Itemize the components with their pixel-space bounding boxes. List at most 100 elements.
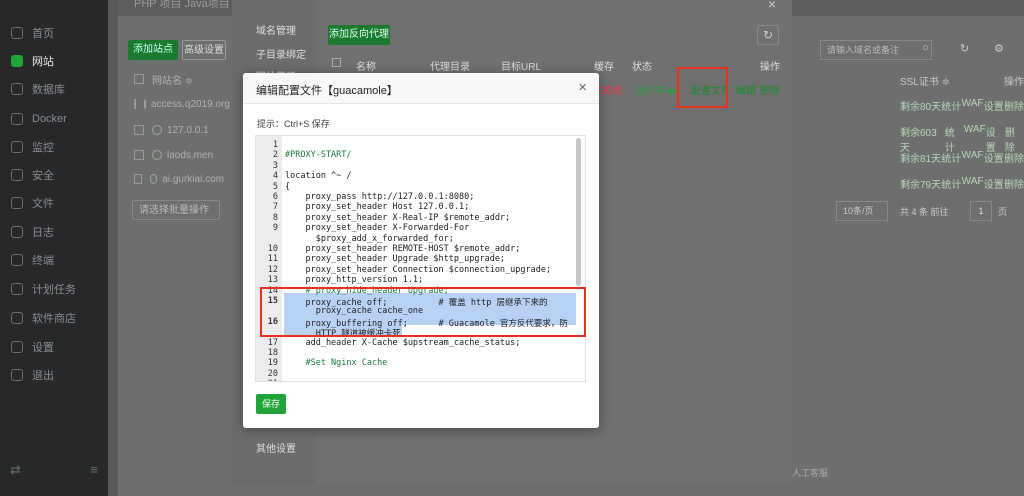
line-number: 4: [272, 171, 278, 182]
col-proxy-dir: 代理目录: [430, 62, 470, 73]
sidebar-item-3[interactable]: Docker: [0, 108, 108, 130]
close-icon[interactable]: ×: [578, 79, 587, 96]
logout-icon: [11, 369, 23, 381]
row-op-link[interactable]: 删除: [1004, 98, 1024, 113]
search-icon[interactable]: ○: [922, 42, 929, 54]
sidebar-item-10[interactable]: 软件商店: [0, 307, 108, 329]
edit-link[interactable]: 编辑: [736, 82, 756, 97]
sidebar-item-label: 安全: [32, 170, 54, 182]
code-line: proxy_set_header Host 127.0.0.1;: [285, 202, 470, 213]
row-op-link[interactable]: WAF: [962, 150, 984, 165]
sidebar-item-2[interactable]: 数据库: [0, 78, 108, 100]
sidebar-item-11[interactable]: 设置: [0, 336, 108, 358]
row-op-link[interactable]: 设置: [984, 98, 1004, 113]
sidebar-item-9[interactable]: 计划任务: [0, 278, 108, 300]
modal-header: 编辑配置文件【guacamole】 ×: [243, 73, 599, 104]
add-reverse-proxy-button[interactable]: 添加反向代理: [328, 25, 390, 45]
gear-icon: [11, 341, 23, 353]
row-op-link[interactable]: 删除: [1004, 176, 1024, 191]
docker-icon: [11, 113, 23, 125]
code-line: #Set Nginx Cache: [285, 358, 388, 369]
ssl-remaining: 剩余80天: [900, 102, 942, 113]
sidebar-item-6[interactable]: 文件: [0, 192, 108, 214]
col-name: 名称: [356, 62, 376, 73]
line-number: 17: [267, 337, 278, 348]
line-number: 10: [267, 244, 278, 254]
close-icon[interactable]: ×: [768, 0, 776, 12]
line-number: 21: [256, 379, 278, 381]
site-name-column: 网站名 ≑: [152, 75, 194, 87]
ssl-header: SSL证书 ≑ 操作: [900, 77, 1024, 88]
line-number: 6: [272, 192, 278, 202]
col-cache: 缓存: [594, 62, 614, 73]
support-link[interactable]: 人工客服: [792, 466, 828, 479]
search-input[interactable]: 请输入域名或备注: [820, 40, 932, 60]
run-status[interactable]: 运行中 ▶: [636, 82, 676, 97]
ssl-remaining: 剩余81天: [900, 154, 942, 165]
row-op-link[interactable]: 统计: [941, 150, 961, 165]
row-op-link[interactable]: 删除: [1004, 150, 1024, 165]
menu-subdir[interactable]: 子目录绑定: [256, 46, 306, 61]
page-size-select[interactable]: 10条/页: [836, 201, 888, 221]
row-checkbox[interactable]: [134, 125, 144, 135]
refresh-icon[interactable]: ↻: [757, 25, 779, 45]
select-all-checkbox[interactable]: [134, 74, 144, 84]
row-op-link[interactable]: 设置: [984, 150, 1004, 165]
site-name[interactable]: ai.gurkiai.com: [162, 174, 224, 185]
editor-scrollbar[interactable]: [576, 138, 581, 286]
code-line: #PROXY-START/: [285, 150, 352, 161]
sidebar-item-5[interactable]: 安全: [0, 164, 108, 186]
table-row: 127.0.0.1: [120, 119, 224, 141]
table-row: laods.men: [120, 144, 224, 166]
sidebar-item-12[interactable]: 退出: [0, 364, 108, 386]
site-name[interactable]: laods.men: [167, 150, 213, 161]
ssl-remaining: 剩余79天: [900, 180, 942, 191]
delete-link[interactable]: 删除: [760, 82, 780, 97]
code-editor[interactable]: 1 2 #PROXY-START/3 4 location ^~ / 5 {6 proxy_…: [255, 135, 586, 382]
sidebar-item-1[interactable]: 网站: [0, 50, 108, 72]
row-op-link[interactable]: 设置: [984, 176, 1004, 191]
line-number: 20: [267, 368, 278, 379]
row-checkbox[interactable]: [134, 150, 144, 160]
row-op-link[interactable]: WAF: [962, 98, 984, 113]
code-line: proxy_set_header X-Real-IP $remote_addr;: [285, 212, 511, 223]
save-hint: 提示：Ctrl+S 保存: [257, 119, 330, 129]
gear-icon[interactable]: ⚙: [994, 42, 1004, 55]
refresh-icon[interactable]: ↻: [960, 42, 969, 55]
monitor-icon: [11, 141, 23, 153]
batch-select[interactable]: 请选择批量操作: [132, 200, 220, 220]
globe-icon: [11, 55, 23, 67]
sidebar-item-4[interactable]: 监控: [0, 136, 108, 158]
code-line: {: [285, 181, 291, 192]
sidebar-item-0[interactable]: 首页: [0, 22, 108, 44]
sidebar-item-label: 数据库: [32, 84, 65, 96]
add-site-button[interactable]: 添加站点: [128, 40, 178, 60]
site-name[interactable]: 127.0.0.1: [167, 125, 209, 136]
sidebar-item-label: 退出: [32, 370, 54, 382]
menu-other-settings[interactable]: 其他设置: [256, 440, 296, 455]
row-op-link[interactable]: 统计: [941, 176, 961, 191]
sidebar-item-label: 文件: [32, 198, 54, 210]
menu-icon[interactable]: ≡: [90, 462, 98, 478]
save-button[interactable]: 保存: [256, 394, 286, 414]
select-all-checkbox[interactable]: [332, 58, 341, 67]
site-status-icon: [152, 125, 162, 135]
sidebar-item-7[interactable]: 日志: [0, 221, 108, 243]
line-number: 5: [272, 181, 278, 192]
code-line: proxy_pass http://127.0.0.1:8080;: [285, 192, 475, 202]
code-line: proxy_set_header REMOTE-HOST $remote_add…: [285, 244, 521, 254]
row-op-link[interactable]: 统计: [941, 98, 961, 113]
shield-icon: [11, 169, 23, 181]
collapse-icon[interactable]: ⇄: [10, 462, 21, 478]
site-name[interactable]: access.q2019.org: [151, 99, 230, 110]
page-number-input[interactable]: 1: [970, 201, 992, 221]
row-checkbox[interactable]: [134, 174, 142, 184]
sidebar-item-8[interactable]: 终端: [0, 249, 108, 271]
row-checkbox[interactable]: [134, 99, 136, 109]
menu-domain[interactable]: 域名管理: [256, 22, 296, 37]
row-op-link[interactable]: WAF: [962, 176, 984, 191]
code-line: proxy_http_version 1.1;: [285, 275, 424, 286]
table-header: 网站名 ≑: [120, 68, 224, 90]
site-status-icon: [149, 174, 158, 184]
advanced-settings-button[interactable]: 高级设置: [182, 40, 226, 60]
